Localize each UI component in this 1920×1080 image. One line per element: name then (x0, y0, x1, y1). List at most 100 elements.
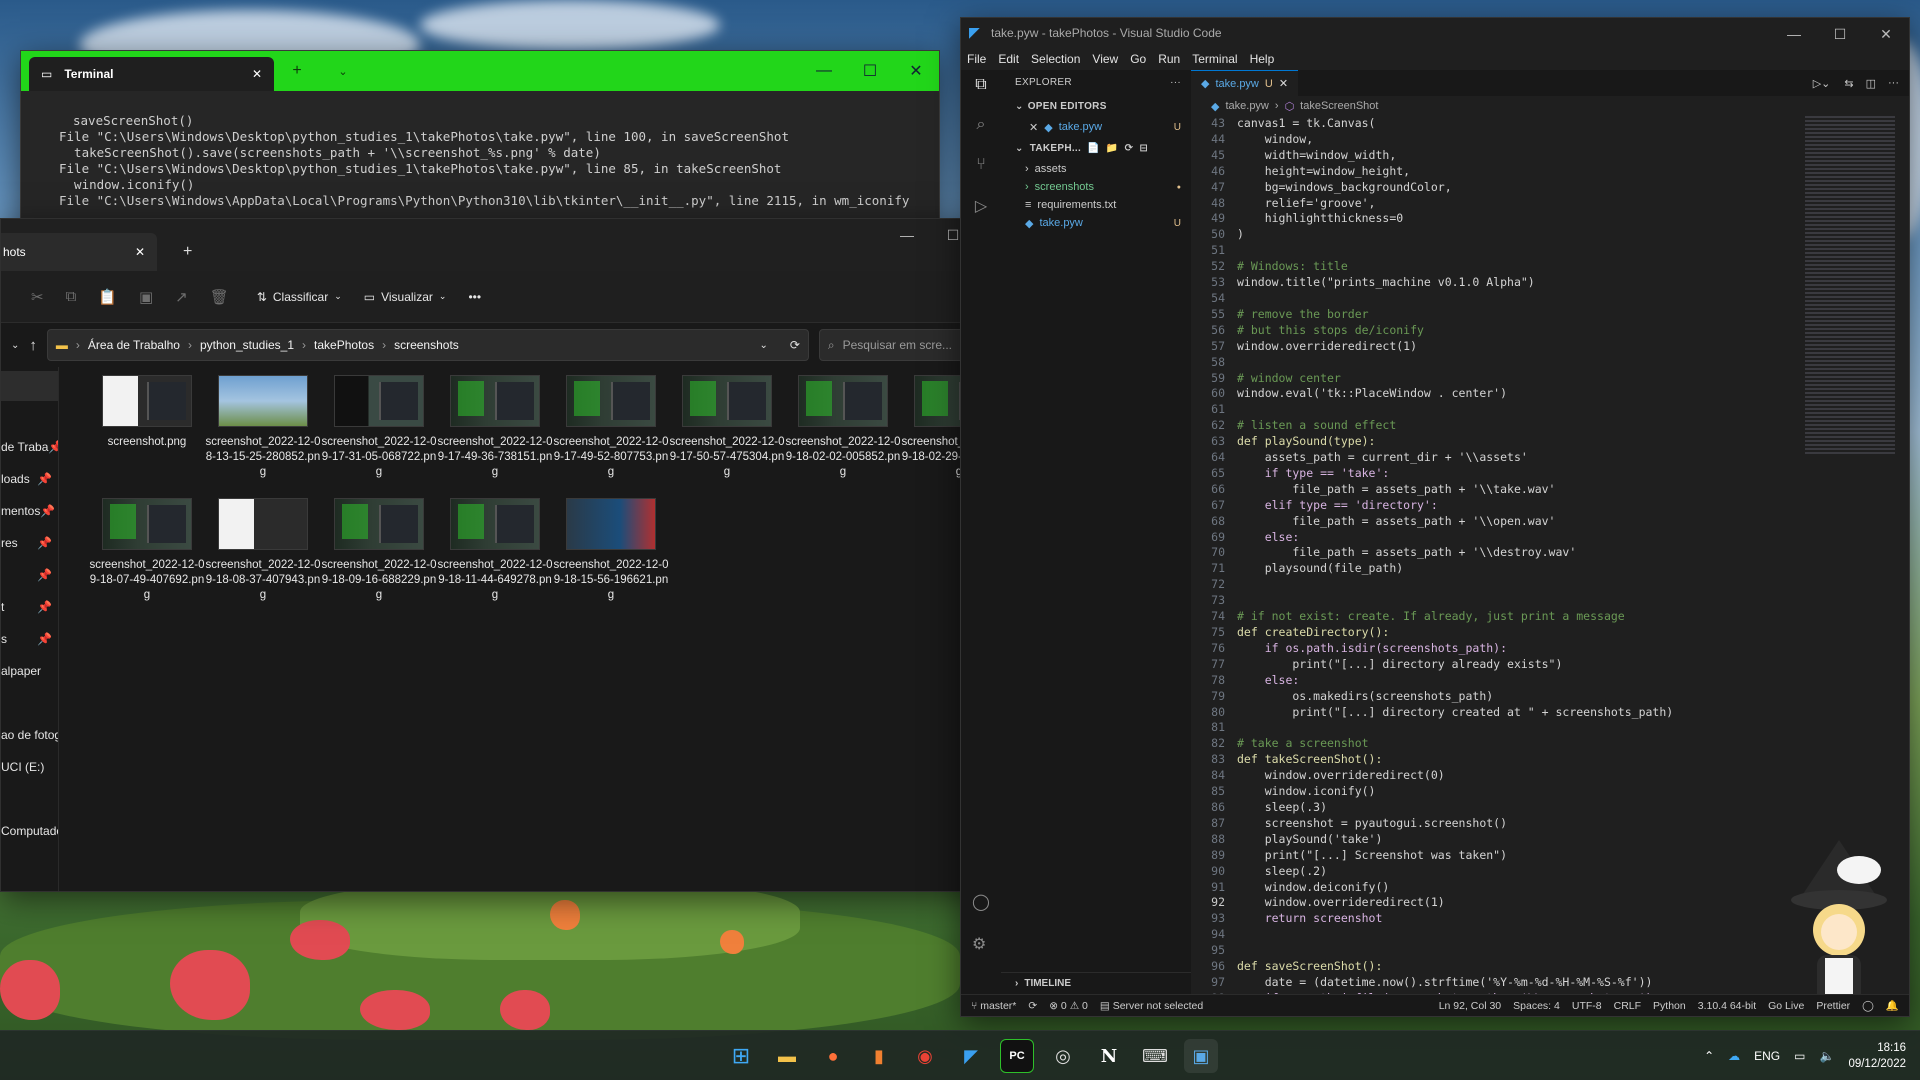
menu-view[interactable]: View (1092, 52, 1118, 66)
minimap[interactable] (1805, 116, 1895, 456)
code-line[interactable]: 70 file_path = assets_path + '\\destroy.… (1191, 545, 1831, 561)
tree-item[interactable]: ≡ requirements.txt (1001, 196, 1191, 214)
weather-icon[interactable]: ☁ (1728, 1049, 1740, 1063)
chevron-down-icon[interactable]: ⌄ (11, 340, 19, 351)
refresh-icon[interactable]: ⟳ (1125, 143, 1134, 154)
code-line[interactable]: 73 (1191, 593, 1831, 609)
more-actions-icon[interactable]: ··· (1888, 77, 1899, 89)
timeline-section[interactable]: › TIMELINE (1001, 972, 1191, 994)
address-bar[interactable]: ▬ › Área de Trabalho › python_studies_1 … (46, 329, 809, 361)
windows-start-icon[interactable]: ⊞ (724, 1039, 758, 1073)
file-item[interactable]: screenshot.png (89, 375, 205, 480)
code-line[interactable]: 72 (1191, 577, 1831, 593)
code-line[interactable]: 64 assets_path = current_dir + '\\assets… (1191, 450, 1831, 466)
code-line[interactable]: 78 else: (1191, 673, 1831, 689)
code-line[interactable]: 76 if os.path.isdir(screenshots_path): (1191, 641, 1831, 657)
file-item[interactable]: screenshot_2022-12-08-13-15-25-280852.pn… (205, 375, 321, 480)
file-explorer-window[interactable]: hots ✕ + — ☐ ✕ ✂ ⧉ 📋 ▣ ↗ 🗑 ⇅ Classificar ⌄… (0, 218, 1023, 892)
prettier-status[interactable]: Prettier (1816, 1000, 1850, 1012)
encoding-status[interactable]: UTF-8 (1572, 1000, 1602, 1012)
split-editor-icon[interactable]: ◫ (1866, 77, 1876, 90)
menu-file[interactable]: File (967, 52, 986, 66)
file-explorer-icon[interactable]: ▬ (770, 1039, 804, 1073)
notifications-icon[interactable]: 🔔 (1886, 999, 1899, 1012)
account-icon[interactable]: ◯ (972, 892, 990, 912)
nav-item[interactable]: t 📌 (1, 591, 58, 623)
menu-edit[interactable]: Edit (998, 52, 1019, 66)
pycharm-icon[interactable]: PC (1000, 1039, 1034, 1073)
more-actions-icon[interactable]: ··· (1170, 77, 1181, 88)
terminal-titlebar[interactable]: ▭ Terminal ✕ + ⌄ — ☐ ✕ (21, 51, 939, 91)
rename-icon[interactable]: ▣ (139, 288, 153, 306)
close-tab-icon[interactable]: ✕ (252, 67, 262, 81)
paste-icon[interactable]: 📋 (98, 288, 117, 306)
nav-item[interactable]: Computado (1, 815, 58, 847)
code-line[interactable]: 46 height=window_height, (1191, 164, 1831, 180)
file-item[interactable]: screenshot_2022-12-09-18-09-16-688229.pn… (321, 498, 437, 603)
share-icon[interactable]: ↗ (175, 288, 188, 306)
menu-terminal[interactable]: Terminal (1192, 52, 1237, 66)
new-folder-icon[interactable]: 📁 (1106, 143, 1119, 154)
open-editor-item[interactable]: ✕ ◆ take.pyw U (1001, 118, 1191, 136)
code-line[interactable]: 82 # take a screenshot (1191, 736, 1831, 752)
code-line[interactable]: 90 sleep(.2) (1191, 864, 1831, 880)
explorer-tab[interactable]: hots ✕ (1, 233, 157, 271)
code-line[interactable]: 88 playSound('take') (1191, 832, 1831, 848)
explorer-titlebar[interactable]: hots ✕ + — ☐ ✕ (1, 219, 1022, 271)
sync-icon[interactable]: ⟳ (1028, 1000, 1037, 1012)
code-line[interactable]: 60 window.eval('tk::PlaceWindow . center'… (1191, 386, 1831, 402)
file-item[interactable]: screenshot_2022-12-09-18-08-37-407943.pn… (205, 498, 321, 603)
minimize-button[interactable]: — (1771, 18, 1817, 50)
code-line[interactable]: 83 def takeScreenShot(): (1191, 752, 1831, 768)
maximize-button[interactable]: ☐ (847, 61, 893, 81)
nav-item[interactable]: mentos 📌 (1, 495, 58, 527)
file-item[interactable]: screenshot_2022-12-09-17-50-57-475304.pn… (669, 375, 785, 480)
vscode-window[interactable]: ◤ take.pyw - takePhotos - Visual Studio … (960, 17, 1910, 1017)
code-line[interactable]: 49 highlightthickness=0 (1191, 211, 1831, 227)
delete-icon[interactable]: 🗑 (210, 288, 229, 306)
code-line[interactable]: 79 os.makedirs(screenshots_path) (1191, 689, 1831, 705)
collapse-icon[interactable]: ⊟ (1139, 143, 1148, 154)
nav-selected-item[interactable] (1, 371, 58, 401)
code-line[interactable]: 67 elif type == 'directory': (1191, 498, 1831, 514)
menu-run[interactable]: Run (1158, 52, 1180, 66)
notion-icon[interactable]: N (1092, 1039, 1126, 1073)
chevron-down-icon[interactable]: ⌄ (759, 340, 767, 351)
sort-button[interactable]: ⇅ Classificar ⌄ (257, 290, 342, 304)
close-button[interactable]: ✕ (893, 61, 939, 81)
nav-item[interactable]: res 📌 (1, 527, 58, 559)
code-line[interactable]: 93 return screenshot (1191, 911, 1831, 927)
server-status[interactable]: ▤ Server not selected (1100, 1000, 1203, 1012)
problems-status[interactable]: ⊗ 0 ⚠ 0 (1049, 1000, 1088, 1012)
open-editors-section[interactable]: ⌄ OPEN EDITORS (1001, 94, 1191, 118)
code-line[interactable]: 52 # Windows: title (1191, 259, 1831, 275)
eol-status[interactable]: CRLF (1614, 1000, 1641, 1012)
code-line[interactable]: 97 date = (datetime.now().strftime('%Y-%… (1191, 975, 1831, 991)
code-line[interactable]: 59 # window center (1191, 371, 1831, 387)
code-line[interactable]: 54 (1191, 291, 1831, 307)
new-tab-icon[interactable]: + (274, 62, 320, 80)
close-icon[interactable]: ✕ (1029, 121, 1038, 134)
obs-icon[interactable]: ◎ (1046, 1039, 1080, 1073)
language-indicator[interactable]: ENG (1754, 1049, 1780, 1063)
language-mode[interactable]: Python (1653, 1000, 1686, 1012)
microphone-icon[interactable]: ▮ (862, 1039, 896, 1073)
vscode-icon[interactable]: ◤ (954, 1039, 988, 1073)
breadcrumb-item[interactable]: screenshots (394, 338, 459, 352)
code-line[interactable]: 44 window, (1191, 132, 1831, 148)
code-line[interactable]: 48 relief='groove', (1191, 196, 1831, 212)
account-icon[interactable]: ◯ (1862, 1000, 1874, 1012)
vscode-titlebar[interactable]: ◤ take.pyw - takePhotos - Visual Studio … (961, 18, 1909, 48)
code-line[interactable]: 95 (1191, 943, 1831, 959)
code-line[interactable]: 58 (1191, 355, 1831, 371)
code-line[interactable]: 75 def createDirectory(): (1191, 625, 1831, 641)
explorer-icon[interactable]: ⧉ (975, 76, 986, 94)
code-line[interactable]: 86 sleep(.3) (1191, 800, 1831, 816)
file-item[interactable]: screenshot_2022-12-09-18-02-02-005852.pn… (785, 375, 901, 480)
chevron-down-icon[interactable]: ⌄ (320, 65, 366, 78)
tree-item[interactable]: ◆ take.pyw U (1001, 214, 1191, 232)
up-arrow-icon[interactable]: ↑ (29, 337, 37, 354)
file-item[interactable]: screenshot_2022-12-09-17-49-52-807753.pn… (553, 375, 669, 480)
new-file-icon[interactable]: 📄 (1087, 143, 1100, 154)
search-input[interactable]: ⌕ Pesquisar em scre... (818, 329, 965, 361)
